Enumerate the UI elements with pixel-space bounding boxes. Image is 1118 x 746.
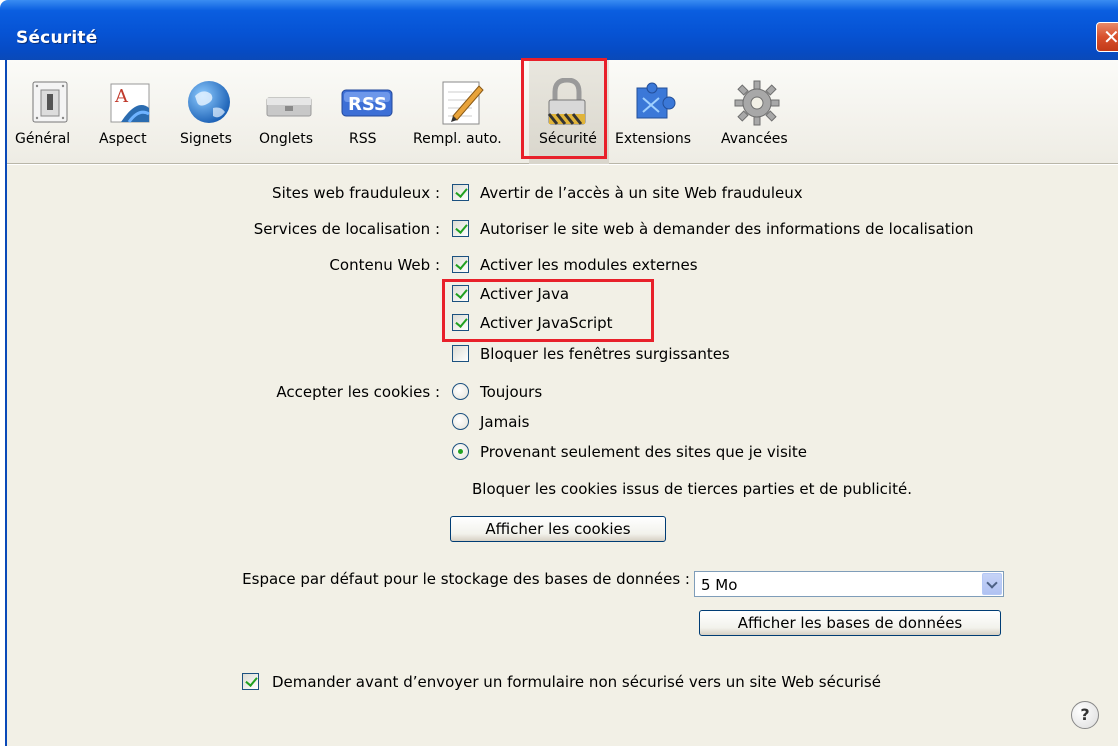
- preferences-window: Sécurité ✕ Général A Aspect Signets Ongl…: [0, 0, 1118, 746]
- general-switch-icon: [27, 78, 75, 128]
- rss-badge-text: RSS: [348, 94, 387, 115]
- title-bar[interactable]: Sécurité ✕: [0, 0, 1118, 60]
- location-text: Autoriser le site web à demander des inf…: [480, 220, 974, 238]
- svg-text:A: A: [114, 86, 129, 107]
- tab-aspect[interactable]: A Aspect: [99, 60, 163, 164]
- cookies-always-text: Toujours: [480, 383, 543, 401]
- rss-icon: RSS: [341, 78, 393, 128]
- tab-avancees[interactable]: Avancées: [717, 60, 801, 164]
- tab-rss[interactable]: RSS RSS: [337, 60, 393, 164]
- security-panel: Sites web frauduleux : Avertir de l’accè…: [7, 165, 1118, 746]
- location-checkbox[interactable]: [452, 220, 469, 237]
- tab-signets-label: Signets: [180, 131, 232, 147]
- tab-rss-label: RSS: [349, 131, 377, 147]
- pencil-form-icon: [439, 78, 487, 128]
- plugins-text: Activer les modules externes: [480, 256, 698, 274]
- highlight-securite-tab: [521, 58, 607, 159]
- database-size-select[interactable]: 5 Mo: [694, 571, 1004, 597]
- insecure-form-checkbox[interactable]: [242, 673, 259, 690]
- location-label: Services de localisation :: [253, 220, 440, 238]
- window-title: Sécurité: [16, 28, 98, 48]
- popups-text: Bloquer les fenêtres surgissantes: [480, 345, 730, 363]
- tab-aspect-label: Aspect: [99, 131, 147, 147]
- globe-icon: [185, 78, 233, 128]
- plugins-checkbox[interactable]: [452, 256, 469, 273]
- cookies-always-radio[interactable]: [452, 383, 469, 400]
- fraud-label: Sites web frauduleux :: [272, 184, 440, 202]
- window-client: Général A Aspect Signets Onglets RSS RSS…: [5, 60, 1118, 746]
- tab-onglets[interactable]: Onglets: [255, 60, 325, 164]
- tab-general-label: Général: [15, 131, 71, 147]
- web-content-label: Contenu Web :: [329, 256, 440, 274]
- tab-autofill-label: Rempl. auto.: [413, 131, 502, 147]
- tab-general[interactable]: Général: [15, 60, 87, 164]
- tab-extensions-label: Extensions: [615, 131, 692, 147]
- help-button[interactable]: ?: [1071, 701, 1099, 729]
- tab-autofill[interactable]: Rempl. auto.: [405, 60, 515, 164]
- show-cookies-button[interactable]: Afficher les cookies: [450, 516, 666, 542]
- tabs-icon: [265, 78, 313, 128]
- tab-avancees-label: Avancées: [721, 131, 788, 147]
- highlight-java-options: [442, 279, 654, 342]
- cookies-never-text: Jamais: [480, 413, 530, 431]
- cookies-visited-text: Provenant seulement des sites que je vis…: [480, 443, 808, 461]
- tab-onglets-label: Onglets: [259, 131, 314, 147]
- cookies-note: Bloquer les cookies issus de tierces par…: [472, 480, 912, 498]
- show-databases-button[interactable]: Afficher les bases de données: [699, 610, 1001, 636]
- insecure-form-text: Demander avant d’envoyer un formulaire n…: [272, 673, 881, 691]
- cookies-visited-radio[interactable]: [452, 443, 469, 460]
- extensions-puzzle-icon: [631, 78, 679, 128]
- aspect-font-icon: A: [107, 78, 155, 128]
- close-icon: ✕: [1103, 25, 1118, 49]
- tab-signets[interactable]: Signets: [177, 60, 243, 164]
- database-size-value: 5 Mo: [701, 576, 738, 594]
- gear-icon: [733, 78, 781, 128]
- chevron-down-icon[interactable]: [982, 573, 1002, 595]
- fraud-warning-checkbox[interactable]: [452, 184, 469, 201]
- tab-extensions[interactable]: Extensions: [613, 60, 699, 164]
- popups-checkbox[interactable]: [452, 345, 469, 362]
- cookies-never-radio[interactable]: [452, 413, 469, 430]
- fraud-warning-text: Avertir de l’accès à un site Web fraudul…: [480, 184, 803, 202]
- cookies-label: Accepter les cookies :: [276, 383, 440, 401]
- close-button[interactable]: ✕: [1096, 22, 1118, 52]
- database-storage-label: Espace par défaut pour le stockage des b…: [242, 570, 690, 588]
